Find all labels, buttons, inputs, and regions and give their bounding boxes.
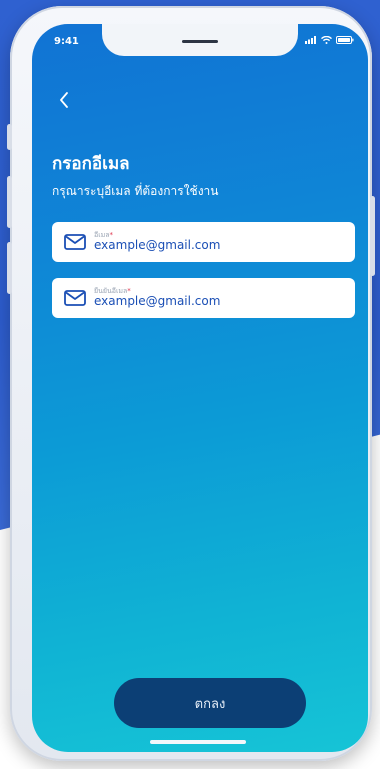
mail-icon — [64, 290, 86, 306]
email-field-value[interactable]: example@gmail.com — [94, 239, 220, 252]
page-title: กรอกอีเมล — [52, 154, 130, 174]
status-icons — [305, 36, 354, 44]
signal-icon — [305, 36, 316, 44]
mail-icon — [64, 234, 86, 250]
phone-notch — [102, 24, 298, 56]
phone-volume-up — [7, 176, 12, 228]
phone-volume-down — [7, 242, 12, 294]
app-showcase: 9:41 กรอกอีเมล กรุณาระบุอีเมล ที่ต้องการ… — [0, 0, 380, 769]
confirm-button[interactable]: ตกลง — [114, 678, 306, 728]
battery-icon — [336, 36, 354, 44]
email-field-texts: อีเมล* example@gmail.com — [94, 231, 220, 253]
confirm-email-field-value[interactable]: example@gmail.com — [94, 295, 220, 308]
back-button[interactable] — [52, 88, 76, 112]
phone-frame: 9:41 กรอกอีเมล กรุณาระบุอีเมล ที่ต้องการ… — [7, 6, 375, 761]
phone-power-button — [370, 196, 375, 276]
wifi-icon — [321, 36, 332, 44]
speaker-grille — [182, 40, 218, 43]
confirm-email-field[interactable]: ยืนยันอีเมล* example@gmail.com — [52, 278, 355, 318]
email-field[interactable]: อีเมล* example@gmail.com — [52, 222, 355, 262]
chevron-left-icon — [60, 92, 68, 108]
phone-screen: 9:41 กรอกอีเมล กรุณาระบุอีเมล ที่ต้องการ… — [32, 24, 368, 752]
phone-silent-switch — [7, 124, 12, 150]
status-time: 9:41 — [54, 36, 79, 47]
confirm-email-field-texts: ยืนยันอีเมล* example@gmail.com — [94, 287, 220, 309]
home-indicator — [150, 740, 246, 744]
page-subtitle: กรุณาระบุอีเมล ที่ต้องการใช้งาน — [52, 184, 219, 198]
